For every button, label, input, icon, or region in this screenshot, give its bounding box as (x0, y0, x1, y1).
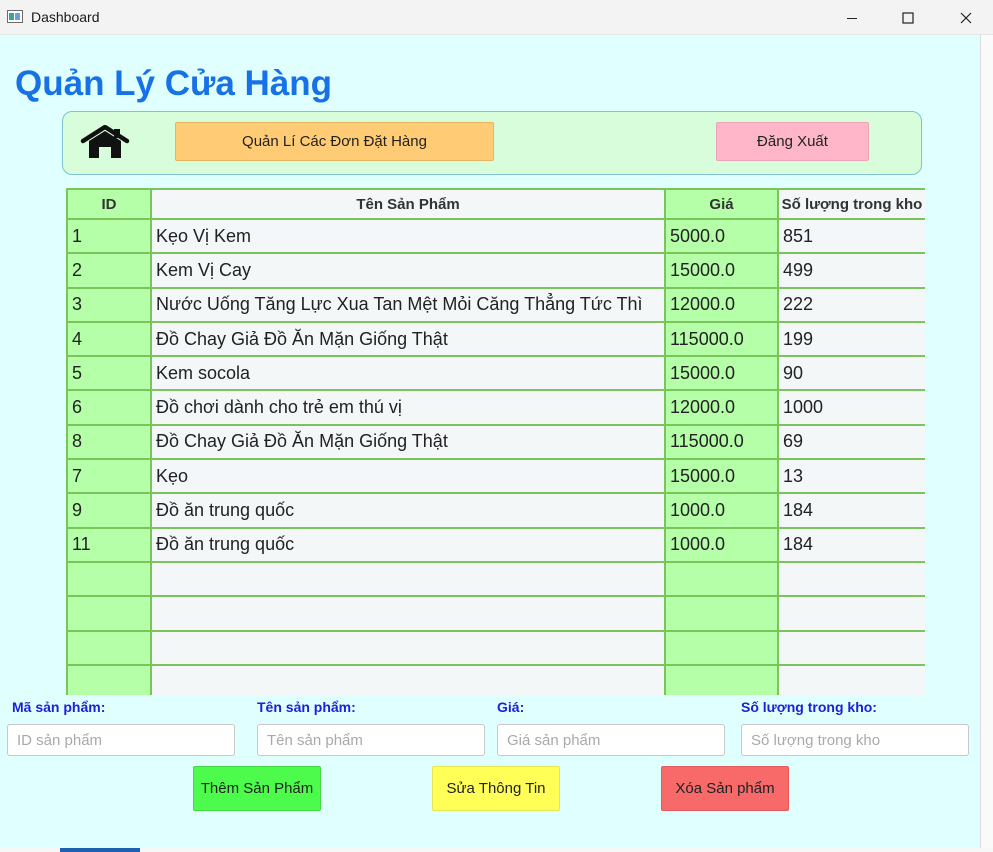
cell-id: 2 (66, 252, 152, 289)
product-name-input[interactable] (257, 724, 485, 756)
table-row[interactable]: 9 Đồ ăn trung quốc 1000.0 184 (66, 492, 925, 529)
table-row[interactable]: 3 Nước Uống Tăng Lực Xua Tan Mệt Mỏi Căng… (66, 286, 925, 323)
product-price-label: Giá: (497, 699, 525, 715)
edit-product-button[interactable]: Sửa Thông Tin (432, 766, 560, 811)
cell-id: 7 (66, 458, 152, 495)
products-table[interactable]: ID Tên Sản Phẩm Giá Số lượng trong kho 1… (66, 188, 925, 695)
cell-stock: 222 (777, 286, 925, 323)
window-titlebar: Dashboard (0, 0, 993, 35)
minimize-icon (847, 17, 857, 19)
product-id-label: Mã sản phẩm: (12, 699, 106, 715)
cell-name: Đồ chơi dành cho trẻ em thú vị (150, 389, 666, 426)
table-header-row: ID Tên Sản Phẩm Giá Số lượng trong kho (66, 188, 925, 220)
cell-id: 11 (66, 526, 152, 563)
empty-table-row (66, 595, 925, 632)
cell-name: Đồ Chay Giả Đồ Ăn Mặn Giống Thật (150, 320, 666, 358)
nav-panel: Quản Lí Các Đơn Đặt Hàng Đăng Xuất (62, 111, 922, 175)
cell-id: 1 (66, 217, 152, 255)
table-row[interactable]: 4 Đồ Chay Giả Đồ Ăn Mặn Giống Thật 115000.… (66, 320, 925, 358)
close-button[interactable] (943, 0, 989, 35)
window-title: Dashboard (31, 9, 100, 25)
maximize-button[interactable] (885, 0, 931, 35)
cell-id: 8 (66, 423, 152, 461)
cell-price: 115000.0 (664, 320, 779, 358)
table-row[interactable]: 7 Kẹo 15000.0 13 (66, 458, 925, 495)
cell-name: Kem socola (150, 355, 666, 392)
table-row[interactable]: 6 Đồ chơi dành cho trẻ em thú vị 12000.0 10… (66, 389, 925, 426)
empty-table-row (66, 629, 925, 666)
product-stock-input[interactable] (741, 724, 969, 756)
cell-name: Kem Vị Cay (150, 252, 666, 289)
page-title: Quản Lý Cửa Hàng (15, 64, 333, 103)
cell-price: 12000.0 (664, 286, 779, 323)
cell-price: 15000.0 (664, 252, 779, 289)
cell-stock: 851 (777, 217, 925, 255)
cell-price: 115000.0 (664, 423, 779, 461)
dashboard-client-area: Quản Lý Cửa Hàng Quản Lí Các Đơn Đặt Hàn… (0, 35, 980, 848)
cell-price: 5000.0 (664, 217, 779, 255)
product-price-input[interactable] (497, 724, 725, 756)
cell-stock: 499 (777, 252, 925, 289)
cell-name: Nước Uống Tăng Lực Xua Tan Mệt Mỏi Căng … (150, 286, 666, 323)
column-header-price[interactable]: Giá (664, 188, 779, 220)
cell-name: Kẹo (150, 458, 666, 495)
window-right-edge (980, 35, 993, 848)
table-row[interactable]: 8 Đồ Chay Giả Đồ Ăn Mặn Giống Thật 115000.… (66, 423, 925, 461)
table-row[interactable]: 5 Kem socola 15000.0 90 (66, 355, 925, 392)
cell-stock: 90 (777, 355, 925, 392)
cell-id: 5 (66, 355, 152, 392)
table-row[interactable]: 1 Kẹo Vị Kem 5000.0 851 (66, 217, 925, 255)
cell-id: 3 (66, 286, 152, 323)
minimize-button[interactable] (829, 0, 875, 35)
cell-stock: 69 (777, 423, 925, 461)
cell-stock: 1000 (777, 389, 925, 426)
cell-id: 6 (66, 389, 152, 426)
cell-stock: 184 (777, 526, 925, 563)
orders-management-button[interactable]: Quản Lí Các Đơn Đặt Hàng (175, 122, 494, 161)
cell-price: 1000.0 (664, 526, 779, 563)
empty-table-row (66, 663, 925, 695)
cell-stock: 13 (777, 458, 925, 495)
maximize-icon (902, 11, 914, 24)
product-stock-label: Số lượng trong kho: (741, 699, 877, 715)
cell-id: 9 (66, 492, 152, 529)
cell-stock: 184 (777, 492, 925, 529)
close-icon (960, 12, 972, 23)
product-name-label: Tên sản phẩm: (257, 699, 356, 715)
cell-price: 1000.0 (664, 492, 779, 529)
table-row[interactable]: 11 Đồ ăn trung quốc 1000.0 184 (66, 526, 925, 563)
cell-id: 4 (66, 320, 152, 358)
column-header-id[interactable]: ID (66, 188, 152, 220)
cell-price: 15000.0 (664, 355, 779, 392)
empty-table-row (66, 560, 925, 598)
add-product-button[interactable]: Thêm Sản Phẩm (193, 766, 321, 811)
logout-button[interactable]: Đăng Xuất (716, 122, 869, 161)
column-header-name[interactable]: Tên Sản Phẩm (150, 188, 666, 220)
app-window-icon (7, 10, 23, 23)
product-id-input[interactable] (7, 724, 235, 756)
cell-name: Đồ ăn trung quốc (150, 526, 666, 563)
table-row[interactable]: 2 Kem Vị Cay 15000.0 499 (66, 252, 925, 289)
cell-name: Đồ Chay Giả Đồ Ăn Mặn Giống Thật (150, 423, 666, 461)
cell-stock: 199 (777, 320, 925, 358)
cell-price: 15000.0 (664, 458, 779, 495)
cell-name: Kẹo Vị Kem (150, 217, 666, 255)
background-window-strip (0, 848, 993, 852)
delete-product-button[interactable]: Xóa Sản phẩm (661, 766, 789, 811)
home-icon[interactable] (80, 125, 130, 159)
cell-price: 12000.0 (664, 389, 779, 426)
cell-name: Đồ ăn trung quốc (150, 492, 666, 529)
column-header-stock[interactable]: Số lượng trong kho (777, 188, 925, 220)
